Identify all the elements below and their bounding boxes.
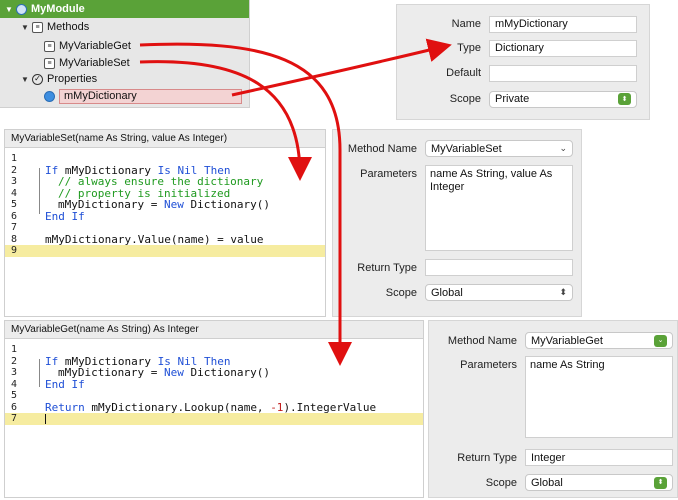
method-name-value: MyVariableGet (531, 334, 603, 347)
method-icon: ≡ (44, 40, 55, 52)
scope-popup[interactable]: Private ⬍ (489, 90, 637, 108)
line-number: 4 (11, 378, 18, 390)
line-number: 8 (11, 233, 18, 245)
line-number: 1 (11, 344, 18, 356)
project-navigator: ▼ MyModule ▼ ≡ Methods ≡ MyVariableGet ≡… (0, 0, 250, 108)
get-code-editor[interactable]: MyVariableGet(name As String) As Integer… (4, 320, 424, 498)
code-line[interactable]: 6 End If (5, 210, 325, 223)
properties-check-icon: ✓ (32, 73, 43, 85)
line-number: 2 (11, 355, 18, 367)
line-number: 1 (11, 153, 18, 165)
editor-title: MyVariableSet(name As String, value As I… (5, 130, 325, 148)
default-field[interactable] (489, 64, 637, 82)
type-field[interactable]: Dictionary (489, 39, 637, 57)
property-icon (44, 90, 55, 102)
methods-label: Methods (47, 21, 90, 33)
property-item-label: mMyDictionary (59, 88, 242, 104)
set-code-editor[interactable]: MyVariableSet(name As String, value As I… (4, 129, 326, 317)
module-label: MyModule (31, 3, 85, 15)
methods-folder-icon: ≡ (32, 21, 43, 33)
method-item-label: MyVariableGet (59, 40, 131, 52)
fold-bracket (39, 359, 40, 387)
method-name-value: MyVariableSet (431, 142, 502, 155)
method-icon: ≡ (44, 57, 55, 69)
parameters-textarea[interactable]: name As String, value As Integer (425, 165, 573, 251)
navigator-module-row[interactable]: ▼ MyModule (0, 0, 249, 18)
properties-label: Properties (47, 73, 98, 85)
parameters-label: Parameters (460, 359, 517, 371)
method-name-label: Method Name (347, 143, 417, 155)
type-label: Type (457, 42, 481, 54)
scope-label: Scope (449, 93, 481, 105)
method-name-label: Method Name (447, 335, 517, 347)
scope-popup[interactable]: Global ⬍ (525, 474, 673, 491)
chevron-down-icon: ⌄ (654, 334, 667, 347)
get-method-inspector: Method Name MyVariableGet ⌄ Parameters n… (428, 320, 678, 498)
navigator-method-item[interactable]: ≡ MyVariableGet (0, 37, 249, 55)
navigator-methods-row[interactable]: ▼ ≡ Methods (0, 18, 249, 36)
line-number: 3 (11, 367, 18, 379)
method-name-field[interactable]: MyVariableSet ⌄ (425, 140, 573, 157)
return-type-label: Return Type (457, 452, 517, 464)
line-number: 5 (11, 199, 18, 211)
text-cursor (45, 413, 46, 424)
scope-popup[interactable]: Global ⬍ (425, 284, 573, 301)
parameters-textarea[interactable]: name As String (525, 356, 673, 438)
scope-label: Scope (485, 477, 517, 489)
popup-arrows-icon: ⬍ (654, 476, 667, 489)
navigator-properties-row[interactable]: ▼ ✓ Properties (0, 70, 249, 88)
method-name-field[interactable]: MyVariableGet ⌄ (525, 332, 673, 349)
line-number: 7 (11, 222, 18, 234)
return-type-label: Return Type (357, 262, 417, 274)
code-line[interactable]: 6 Return mMyDictionary.Lookup(name, -1).I… (5, 401, 423, 414)
set-method-inspector: Method Name MyVariableSet ⌄ Parameters n… (332, 129, 582, 317)
default-label: Default (446, 67, 481, 79)
disclosure-triangle-icon[interactable]: ▼ (20, 75, 30, 84)
name-field[interactable]: mMyDictionary (489, 15, 637, 33)
disclosure-triangle-icon[interactable]: ▼ (4, 5, 14, 14)
navigator-property-item[interactable]: mMyDictionary (0, 87, 249, 105)
return-type-field[interactable] (425, 259, 573, 276)
name-label: Name (451, 18, 481, 30)
line-number: 2 (11, 164, 18, 176)
line-number: 4 (11, 187, 18, 199)
line-number: 9 (11, 245, 18, 257)
editor-title: MyVariableGet(name As String) As Integer (5, 321, 423, 339)
line-number: 6 (11, 210, 18, 222)
line-number: 6 (11, 401, 18, 413)
fold-bracket (39, 168, 40, 214)
scope-label: Scope (385, 287, 417, 299)
chevron-down-icon: ⌄ (559, 143, 567, 153)
code-line-current[interactable]: 9 (5, 245, 325, 257)
disclosure-triangle-icon[interactable]: ▼ (20, 23, 30, 32)
scope-value: Global (431, 286, 463, 299)
property-inspector: Name mMyDictionary Type Dictionary Defau… (396, 4, 650, 120)
module-icon (16, 3, 27, 15)
method-item-label: MyVariableSet (59, 57, 130, 69)
scope-value: Global (531, 476, 563, 489)
code-line-current[interactable]: 7 (5, 413, 423, 425)
line-number: 7 (11, 413, 18, 425)
parameters-label: Parameters (360, 168, 417, 180)
code-line[interactable]: 4 End If (5, 378, 423, 391)
return-type-field[interactable]: Integer (525, 449, 673, 466)
line-number: 3 (11, 176, 18, 188)
scope-value: Private (495, 93, 530, 105)
popup-arrows-icon: ⬍ (618, 93, 631, 105)
code-line[interactable]: 8 mMyDictionary.Value(name) = value (5, 233, 325, 246)
line-number: 5 (11, 390, 18, 402)
stepper-arrows-icon: ⬍ (559, 287, 567, 297)
